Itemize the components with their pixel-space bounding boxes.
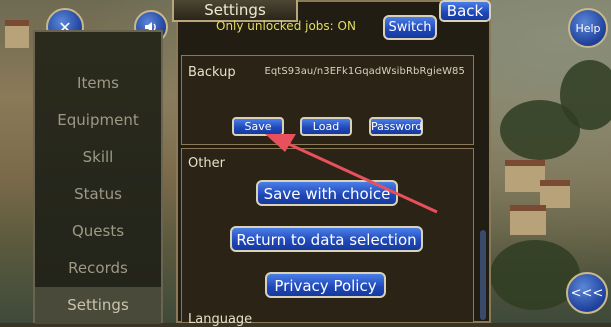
jobs-status-text: Only unlocked jobs: ON	[216, 19, 356, 33]
double-chevron-left-icon: <<<	[570, 285, 604, 301]
help-button[interactable]: Help	[568, 8, 608, 48]
sidebar-item-equipment[interactable]: Equipment	[35, 102, 161, 139]
scenery-house	[540, 180, 570, 208]
sidebar: Items Equipment Skill Status Quests Reco…	[33, 30, 163, 324]
help-label: Help	[575, 21, 601, 35]
scenery-house	[510, 205, 546, 235]
sidebar-item-status[interactable]: Status	[35, 176, 161, 213]
privacy-policy-button[interactable]: Privacy Policy	[265, 272, 386, 298]
sidebar-item-skill[interactable]: Skill	[35, 139, 161, 176]
page-down-button[interactable]: <<<	[566, 272, 608, 314]
backup-label: Backup	[188, 65, 236, 80]
switch-button[interactable]: Switch	[383, 15, 437, 40]
backup-code: EqtS93au/n3EFk1GqadWsibRbRgieW85	[264, 66, 465, 77]
sidebar-item-quests[interactable]: Quests	[35, 213, 161, 250]
scenery-tree	[560, 60, 611, 130]
return-to-data-selection-button[interactable]: Return to data selection	[230, 226, 423, 252]
save-with-choice-button[interactable]: Save with choice	[256, 180, 398, 206]
other-label: Other	[188, 156, 225, 171]
scenery-house	[5, 20, 29, 48]
sidebar-item-settings[interactable]: Settings	[35, 287, 161, 324]
save-button[interactable]: Save	[232, 117, 284, 136]
load-button[interactable]: Load	[300, 117, 352, 136]
sidebar-item-items[interactable]: Items	[35, 65, 161, 102]
scenery-house	[505, 160, 545, 192]
back-button[interactable]: Back	[439, 0, 491, 22]
password-button[interactable]: Password	[369, 117, 423, 136]
sidebar-item-records[interactable]: Records	[35, 250, 161, 287]
language-label: Language	[188, 312, 253, 327]
scrollbar[interactable]	[480, 230, 486, 320]
